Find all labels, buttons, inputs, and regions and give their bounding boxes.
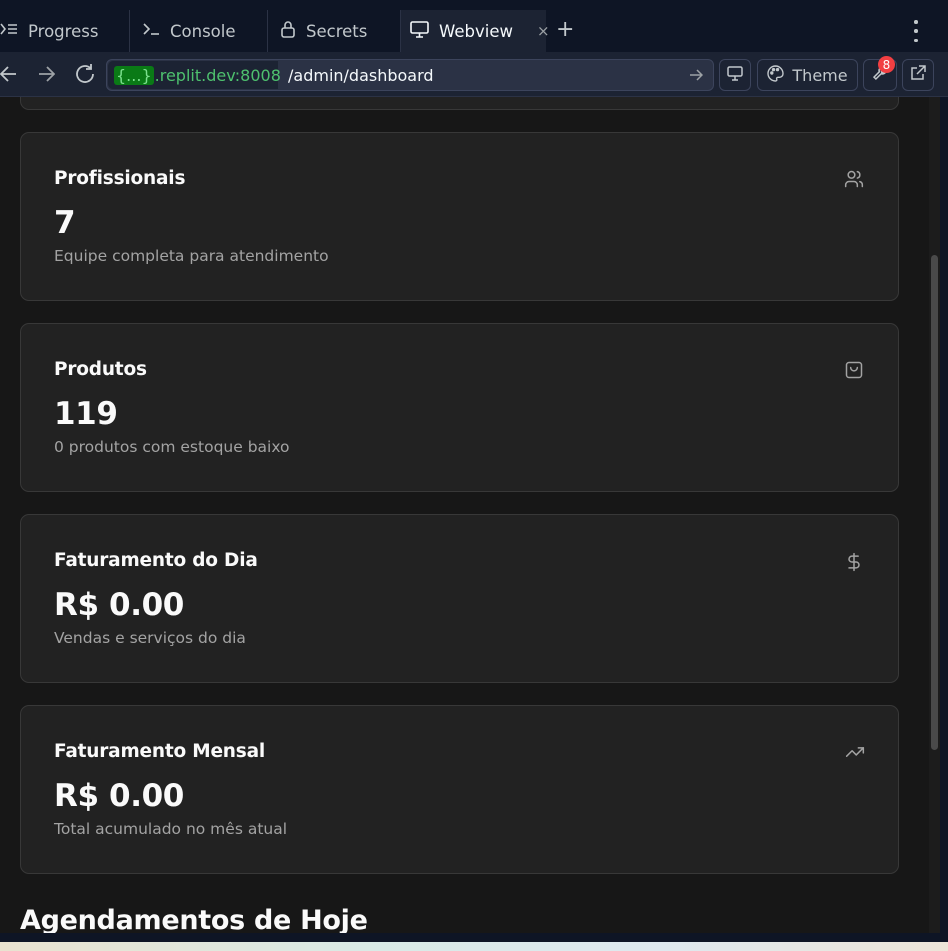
stat-card-produtos: Produtos 119 0 produtos com estoque baix…: [20, 323, 899, 492]
window-top-strip: [0, 0, 948, 9]
url-path[interactable]: /admin/dashboard: [288, 60, 434, 90]
tab-secrets-label: Secrets: [306, 21, 368, 41]
forward-arrow-icon[interactable]: [37, 63, 55, 85]
open-new-window-button[interactable]: [902, 59, 934, 91]
tab-progress[interactable]: Progress: [0, 10, 130, 52]
scrollbar-thumb[interactable]: [931, 255, 938, 750]
palette-icon: [767, 64, 785, 86]
tab-webview[interactable]: Webview ×: [401, 10, 550, 52]
card-value: 7: [54, 205, 76, 241]
back-arrow-icon[interactable]: [0, 63, 18, 85]
theme-label: Theme: [792, 65, 848, 85]
theme-button[interactable]: Theme: [757, 59, 858, 91]
devtools-button[interactable]: 8: [863, 56, 897, 91]
card-value: R$ 0.00: [54, 587, 184, 623]
monitor-icon: [410, 20, 429, 42]
card-previous-partial: [20, 97, 899, 110]
trending-up-icon: [844, 742, 866, 766]
tab-webview-label: Webview: [439, 21, 513, 41]
shopping-bag-icon: [844, 360, 864, 384]
card-description: Equipe completa para atendimento: [54, 247, 329, 265]
navigate-arrow-icon[interactable]: [689, 67, 704, 87]
webview-address-bar: {...} .replit.dev:8008 /admin/dashboard T…: [0, 52, 948, 97]
external-link-icon: [910, 65, 926, 85]
card-title: Produtos: [54, 359, 147, 380]
notification-badge: 8: [878, 56, 895, 73]
card-title: Faturamento Mensal: [54, 741, 266, 762]
tab-progress-label: Progress: [28, 21, 99, 41]
users-icon: [844, 169, 864, 193]
card-title: Profissionais: [54, 168, 186, 189]
progress-icon: [0, 21, 18, 41]
stat-card-faturamento-dia: Faturamento do Dia R$ 0.00 Vendas e serv…: [20, 514, 899, 683]
panel-right-edge: [940, 97, 948, 933]
url-host: {...} .replit.dev:8008: [108, 61, 281, 89]
webview-viewport: Profissionais 7 Equipe completa para ate…: [0, 97, 940, 933]
workspace-tab-bar: Progress Console Secrets Webview × +: [0, 0, 948, 52]
monitor-small-icon: [727, 65, 743, 85]
stat-card-faturamento-mensal: Faturamento Mensal R$ 0.00 Total acumula…: [20, 705, 899, 874]
dollar-icon: [844, 551, 864, 577]
url-field[interactable]: {...} .replit.dev:8008 /admin/dashboard: [106, 59, 714, 91]
card-description: 0 produtos com estoque baixo: [54, 438, 290, 456]
new-tab-plus-icon[interactable]: +: [556, 17, 574, 43]
card-description: Vendas e serviços do dia: [54, 629, 246, 647]
stat-card-profissionais: Profissionais 7 Equipe completa para ate…: [20, 132, 899, 301]
reload-icon[interactable]: [74, 63, 96, 85]
device-preview-button[interactable]: [719, 59, 751, 91]
tab-close-icon[interactable]: ×: [537, 22, 550, 40]
window-bottom-border: [0, 933, 948, 942]
lock-icon: [280, 20, 296, 42]
desktop-background-strip: [0, 933, 948, 951]
more-options-icon[interactable]: [909, 20, 923, 42]
section-title-agendamentos: Agendamentos de Hoje: [20, 905, 368, 933]
console-icon: [142, 21, 160, 41]
card-value: R$ 0.00: [54, 778, 184, 814]
tab-secrets[interactable]: Secrets: [268, 10, 401, 52]
card-description: Total acumulado no mês atual: [54, 820, 288, 838]
card-title: Faturamento do Dia: [54, 550, 258, 571]
tab-console-label: Console: [170, 21, 236, 41]
card-value: 119: [54, 396, 118, 432]
tab-console[interactable]: Console: [130, 10, 268, 52]
url-host-brace: {...}: [114, 65, 154, 85]
url-host-domain: .replit.dev:8008: [154, 65, 281, 85]
